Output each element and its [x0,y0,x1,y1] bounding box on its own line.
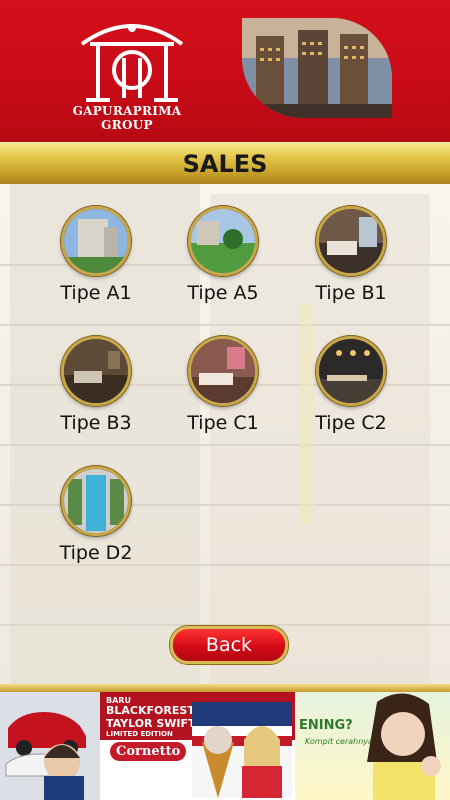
ad-line-4: LIMITED EDITION [106,730,173,738]
ad3-headline: ENING? [299,718,353,733]
type-label: Tipe A1 [60,282,132,304]
bedroom-pink-thumb-icon [188,336,258,406]
city-towers-image [242,18,392,118]
cornetto-ad[interactable]: BARU BLACKFOREST RED TAYLOR SWIFT LIMITE… [100,692,295,800]
ad-line-3: TAYLOR SWIFT [106,717,196,730]
type-label: Tipe B3 [60,412,132,434]
living-room-thumb-icon [61,336,131,406]
title-bar: SALES [0,142,450,186]
type-label: Tipe C2 [315,412,387,434]
car-ad[interactable] [0,692,100,800]
brand-name: GAPURAPRIMA GROUP [72,104,182,132]
footer-divider [0,684,450,692]
type-item-c2[interactable]: Tipe C2 [296,336,406,434]
type-item-a1[interactable]: Tipe A1 [41,206,151,304]
type-label: Tipe B1 [315,282,387,304]
back-button-label: Back [205,634,253,656]
bedroom-thumb-icon [316,206,386,276]
type-item-a5[interactable]: Tipe A5 [168,206,278,304]
woman-photo [367,693,441,800]
app-screen: GAPURAPRIMA GROUP SALES Tipe A1 Tipe A5 … [0,0,450,800]
type-item-b1[interactable]: Tipe B1 [296,206,406,304]
building-exterior-thumb-icon [61,206,131,276]
type-label: Tipe C1 [187,412,259,434]
type-label: Tipe A5 [187,282,259,304]
pool-thumb-icon [61,466,131,536]
type-item-b3[interactable]: Tipe B3 [41,336,151,434]
skincare-ad[interactable]: ENING? Kompit cerahnya! [295,692,450,800]
taylor-swift-photo [192,702,292,798]
cornetto-logo: Cornetto [110,742,187,761]
kitchen-thumb-icon [316,336,386,406]
garden-view-thumb-icon [188,206,258,276]
type-item-d2[interactable]: Tipe D2 [41,466,151,564]
type-item-c1[interactable]: Tipe C1 [168,336,278,434]
ad-banner[interactable]: BARU BLACKFOREST RED TAYLOR SWIFT LIMITE… [0,692,450,800]
back-button[interactable]: Back [170,626,288,664]
page-title: SALES [182,150,268,178]
type-label: Tipe D2 [59,542,133,564]
app-header: GAPURAPRIMA GROUP [0,0,450,142]
